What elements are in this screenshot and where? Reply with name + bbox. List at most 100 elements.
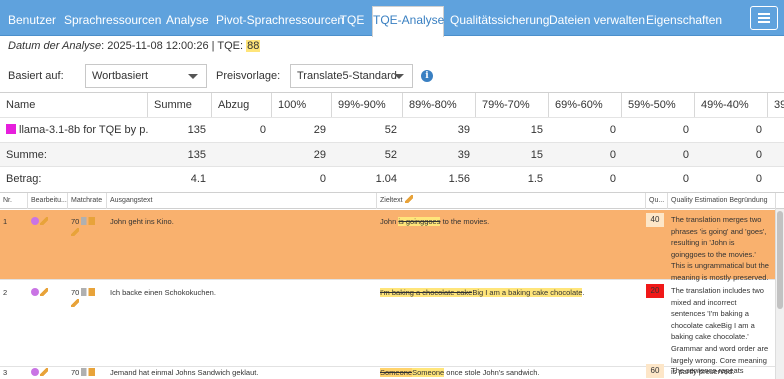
cell-summe: 4.1 <box>190 173 206 185</box>
match-source-icon <box>81 368 96 376</box>
cell-100: 29 <box>313 149 326 161</box>
col-quality[interactable]: Qu... <box>646 193 668 209</box>
pencil-icon <box>404 195 413 203</box>
segment-grid: Nr. Bearbeitu... Matchrate Ausgangstext … <box>0 192 784 379</box>
col-100[interactable]: 100% <box>272 93 332 117</box>
segment-status <box>28 361 68 378</box>
model-name-cell: llama-3.1-8b for TQE by p... <box>0 118 148 142</box>
segment-grid-scrollbar[interactable] <box>775 209 784 379</box>
target-text-inserted: Someone <box>412 368 445 377</box>
cell-49-40: 0 <box>755 173 762 185</box>
tab-pivot-sprachressourcen[interactable]: Pivot-Sprachressourcen <box>216 7 344 36</box>
color-swatch <box>6 124 16 134</box>
matchrate-value: 70 <box>71 368 80 377</box>
matchrate-value: 70 <box>71 217 80 226</box>
summary-row-model[interactable]: llama-3.1-8b for TQE by p... 135 0 29 52… <box>0 118 784 143</box>
cell-summe: 135 <box>187 124 206 136</box>
cell-100: 0 <box>319 173 326 185</box>
workflow-status-icon <box>31 368 39 376</box>
cell-100: 29 <box>313 124 326 136</box>
summary-row-summe[interactable]: Summe: 135 29 52 39 15 0 0 0 <box>0 143 784 167</box>
cell-59-50: 0 <box>682 173 689 185</box>
cell-99-90: 1.04 <box>375 173 397 185</box>
target-text-plain: once stole John's sandwich. <box>444 368 540 377</box>
cell-89-80: 1.56 <box>448 173 470 185</box>
col-name[interactable]: Name <box>0 93 148 117</box>
segment-matchrate: 70 <box>68 361 107 378</box>
scrollbar-thumb[interactable] <box>777 211 783 309</box>
col-zieltext[interactable]: Zieltext <box>377 193 646 209</box>
tab-benutzer[interactable]: Benutzer <box>6 7 58 36</box>
segment-nr: 3 <box>3 368 8 377</box>
based-on-select[interactable]: Wortbasiert <box>85 64 207 88</box>
quality-score: 40 <box>646 213 664 227</box>
cell-99-90: 52 <box>384 124 397 136</box>
cell-99-90: 52 <box>384 149 397 161</box>
cell-89-80: 39 <box>457 124 470 136</box>
target-text-inserted: Big I am a baking cake chocolate <box>472 288 583 297</box>
segment-matchrate: 70 <box>68 210 107 238</box>
cell-69-60: 0 <box>609 124 616 136</box>
segment-grid-header: Nr. Bearbeitu... Matchrate Ausgangstext … <box>0 193 784 209</box>
workflow-status-icon <box>31 217 39 225</box>
segment-row[interactable]: 3 70 Jemand hat einmal Johns Sandwich ge… <box>0 361 775 379</box>
target-text[interactable]: SomeoneSomeone once stole John's sandwic… <box>377 361 646 378</box>
tab-analyse[interactable]: Analyse <box>166 7 209 36</box>
based-on-label: Basiert auf: <box>8 70 64 82</box>
col-69-60[interactable]: 69%-60% <box>549 93 622 117</box>
cell-89-80: 39 <box>457 149 470 161</box>
target-text-plain: . <box>582 288 585 297</box>
segment-row[interactable]: 1 70 John geht ins Kino. John is goinggo… <box>0 210 775 282</box>
col-matchrate[interactable]: Matchrate <box>68 193 107 209</box>
info-circle-icon[interactable]: i <box>421 70 433 82</box>
target-text[interactable]: John is goinggoes to the movies. <box>377 210 646 227</box>
col-99-90[interactable]: 99%-90% <box>332 93 403 117</box>
cell-69-60: 0 <box>609 149 616 161</box>
source-text: Jemand hat einmal Johns Sandwich geklaut… <box>110 368 259 377</box>
col-nr[interactable]: Nr. <box>0 193 28 209</box>
tqe-score: 88 <box>246 40 261 52</box>
target-text[interactable]: I'm baking a chocolate cakeBig I am a ba… <box>377 281 646 298</box>
cell-abzug: 0 <box>259 124 266 136</box>
cell-79-70: 15 <box>530 124 543 136</box>
quality-score: 60 <box>646 364 664 378</box>
col-qe-reason[interactable]: Quality Estimation Begründung <box>668 193 776 209</box>
target-text-deleted: is goinggoes <box>398 217 441 226</box>
source-text: John geht ins Kino. <box>110 217 174 226</box>
summary-header-row: Name Summe Abzug 100% 99%-90% 89%-80% 79… <box>0 93 784 118</box>
price-template-select[interactable]: Translate5-Standard <box>290 64 413 88</box>
pencil-icon <box>71 299 79 307</box>
target-text-deleted: I'm baking a chocolate cake <box>380 288 473 297</box>
pencil-icon <box>71 228 79 236</box>
hamburger-menu-icon[interactable] <box>750 6 778 30</box>
tab-qualitaetssicherung[interactable]: Qualitätssicherung <box>450 7 549 36</box>
col-49-40[interactable]: 49%-40% <box>695 93 768 117</box>
col-bearbeitungsstatus[interactable]: Bearbeitu... <box>28 193 68 209</box>
col-79-70[interactable]: 79%-70% <box>476 93 549 117</box>
qe-reason-text: The translation merges two phrases 'is g… <box>671 215 769 282</box>
col-ausgangstext[interactable]: Ausgangstext <box>107 193 377 209</box>
tab-sprachressourcen[interactable]: Sprachressourcen <box>64 7 161 36</box>
chevron-down-icon <box>394 74 404 79</box>
tab-eigenschaften[interactable]: Eigenschaften <box>646 7 722 36</box>
segment-row[interactable]: 2 70 Ich backe einen Schokokuchen. I'm b… <box>0 281 775 376</box>
price-template-value: Translate5-Standard <box>297 70 397 82</box>
segment-status <box>28 210 68 227</box>
col-zieltext-label: Zieltext <box>380 197 403 204</box>
tab-dateien-verwalten[interactable]: Dateien verwalten <box>549 7 645 36</box>
tab-tqe-analyse[interactable]: TQE-Analyse <box>372 6 444 37</box>
analysis-date-label: Datum der Analyse <box>8 40 102 52</box>
tab-tqe[interactable]: TQE <box>339 7 365 36</box>
cell-summe: 135 <box>187 149 206 161</box>
col-89-80[interactable]: 89%-80% <box>403 93 476 117</box>
matchrate-value: 70 <box>71 288 80 297</box>
col-abzug[interactable]: Abzug <box>212 93 272 117</box>
col-39[interactable]: 39 <box>768 93 784 117</box>
cell-49-40: 0 <box>755 124 762 136</box>
summary-row-betrag[interactable]: Betrag: 4.1 0 1.04 1.56 1.5 0 0 0 <box>0 167 784 189</box>
row-label-summe: Summe: <box>6 149 47 161</box>
source-text: Ich backe einen Schokokuchen. <box>110 288 216 297</box>
target-text-deleted: Someone <box>380 368 413 377</box>
col-summe[interactable]: Summe <box>148 93 212 117</box>
col-59-50[interactable]: 59%-50% <box>622 93 695 117</box>
